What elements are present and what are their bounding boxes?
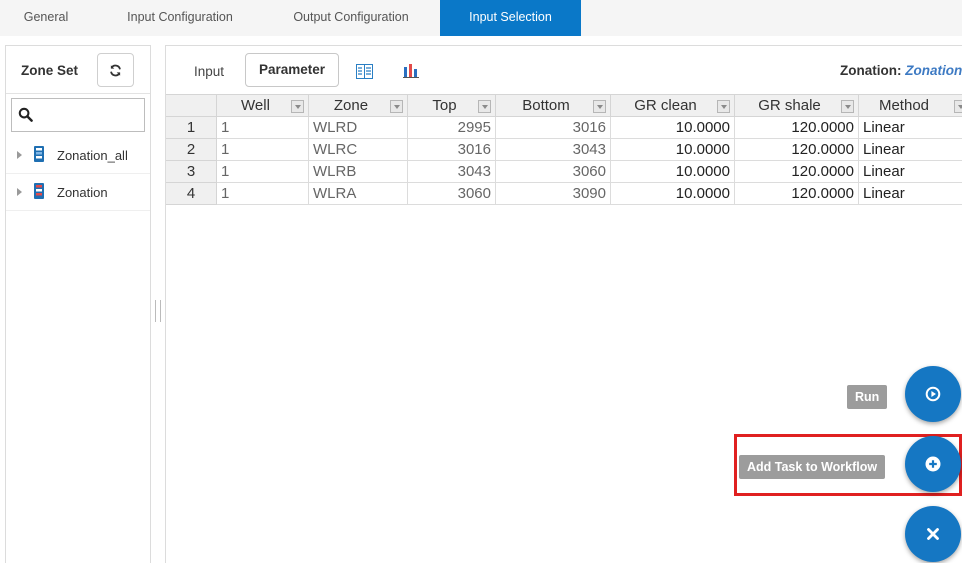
zonation-indicator: Zonation: Zonation bbox=[840, 63, 962, 78]
tree-item-zonation[interactable]: Zonation bbox=[6, 175, 150, 211]
filter-dropdown-icon[interactable] bbox=[954, 100, 962, 113]
table-cell-gr-clean[interactable]: 10.0000 bbox=[611, 117, 735, 139]
zone-search-input[interactable] bbox=[11, 98, 145, 132]
zone-set-header: Zone Set bbox=[6, 46, 150, 94]
refresh-icon bbox=[110, 64, 121, 76]
row-number[interactable]: 1 bbox=[166, 117, 217, 139]
add-task-fab-button[interactable] bbox=[905, 436, 961, 492]
filter-dropdown-icon[interactable] bbox=[841, 100, 854, 113]
table-cell-method[interactable]: Linear bbox=[859, 139, 962, 161]
table-cell-well[interactable]: 1 bbox=[217, 161, 309, 183]
close-icon bbox=[927, 528, 939, 540]
table-cell-method[interactable]: Linear bbox=[859, 161, 962, 183]
column-header-label: Method bbox=[878, 97, 930, 114]
table-cell-bottom[interactable]: 3016 bbox=[496, 117, 611, 139]
column-header-label: GR shale bbox=[758, 97, 821, 114]
refresh-button[interactable] bbox=[97, 53, 134, 87]
table-cell-top[interactable]: 3043 bbox=[408, 161, 496, 183]
expand-caret-icon[interactable] bbox=[17, 151, 22, 159]
run-tooltip[interactable]: Run bbox=[847, 385, 888, 409]
filter-dropdown-icon[interactable] bbox=[291, 100, 304, 113]
table-cell-bottom[interactable]: 3043 bbox=[496, 139, 611, 161]
add-task-tooltip[interactable]: Add Task to Workflow bbox=[739, 455, 886, 479]
table-cell-zone[interactable]: WLRC bbox=[309, 139, 408, 161]
filter-dropdown-icon[interactable] bbox=[390, 100, 403, 113]
run-fab-button[interactable] bbox=[905, 366, 961, 422]
column-header-well[interactable]: Well bbox=[217, 94, 309, 117]
zone-set-icon bbox=[34, 146, 44, 162]
table-cell-top[interactable]: 2995 bbox=[408, 117, 496, 139]
zone-set-icon bbox=[34, 183, 44, 199]
tab-input-selection[interactable]: Input Selection bbox=[440, 0, 581, 36]
filter-dropdown-icon[interactable] bbox=[478, 100, 491, 113]
column-header-gr-shale[interactable]: GR shale bbox=[735, 94, 859, 117]
search-icon bbox=[18, 107, 33, 122]
bar-chart-icon[interactable] bbox=[403, 64, 419, 78]
table-cell-method[interactable]: Linear bbox=[859, 183, 962, 205]
tab-output-configuration[interactable]: Output Configuration bbox=[274, 0, 428, 36]
table-cell-bottom[interactable]: 3060 bbox=[496, 161, 611, 183]
plus-circle-icon bbox=[925, 456, 941, 472]
tab-input-configuration[interactable]: Input Configuration bbox=[108, 0, 252, 36]
tab-general[interactable]: General bbox=[0, 0, 92, 36]
zonation-value: Zonation bbox=[905, 63, 962, 78]
play-circle-icon bbox=[925, 386, 941, 402]
table-cell-method[interactable]: Linear bbox=[859, 117, 962, 139]
row-number[interactable]: 2 bbox=[166, 139, 217, 161]
filter-dropdown-icon[interactable] bbox=[593, 100, 606, 113]
column-header-method[interactable]: Method bbox=[859, 94, 962, 117]
column-header-gr-clean[interactable]: GR clean bbox=[611, 94, 735, 117]
table-cell-gr-clean[interactable]: 10.0000 bbox=[611, 161, 735, 183]
close-fab-button[interactable] bbox=[905, 506, 961, 562]
tree-item-label: Zonation_all bbox=[57, 148, 128, 163]
table-cell-well[interactable]: 1 bbox=[217, 117, 309, 139]
column-header-bottom[interactable]: Bottom bbox=[496, 94, 611, 117]
table-cell-zone[interactable]: WLRB bbox=[309, 161, 408, 183]
table-cell-well[interactable]: 1 bbox=[217, 183, 309, 205]
expand-caret-icon[interactable] bbox=[17, 188, 22, 196]
tree-item-label: Zonation bbox=[57, 185, 108, 200]
table-cell-gr-shale[interactable]: 120.0000 bbox=[735, 183, 859, 205]
table-cell-zone[interactable]: WLRD bbox=[309, 117, 408, 139]
row-number[interactable]: 3 bbox=[166, 161, 217, 183]
parameter-toggle-button[interactable]: Parameter bbox=[245, 53, 339, 87]
column-header-top[interactable]: Top bbox=[408, 94, 496, 117]
grid-view-icon[interactable] bbox=[356, 64, 373, 79]
table-cell-gr-shale[interactable]: 120.0000 bbox=[735, 117, 859, 139]
row-number[interactable]: 4 bbox=[166, 183, 217, 205]
table-cell-top[interactable]: 3016 bbox=[408, 139, 496, 161]
tree-item-zonation-all[interactable]: Zonation_all bbox=[6, 138, 150, 174]
filter-dropdown-icon[interactable] bbox=[717, 100, 730, 113]
table-corner-header bbox=[166, 94, 217, 117]
table-cell-gr-clean[interactable]: 10.0000 bbox=[611, 183, 735, 205]
top-tab-bar: General Input Configuration Output Confi… bbox=[0, 0, 962, 36]
table-cell-gr-shale[interactable]: 120.0000 bbox=[735, 139, 859, 161]
table-cell-bottom[interactable]: 3090 bbox=[496, 183, 611, 205]
table-cell-well[interactable]: 1 bbox=[217, 139, 309, 161]
table-cell-zone[interactable]: WLRA bbox=[309, 183, 408, 205]
column-header-label: GR clean bbox=[634, 97, 697, 114]
zone-set-title: Zone Set bbox=[21, 63, 79, 78]
table-cell-top[interactable]: 3060 bbox=[408, 183, 496, 205]
zonation-label: Zonation: bbox=[840, 63, 902, 78]
input-toggle-button[interactable]: Input bbox=[194, 64, 224, 79]
column-header-zone[interactable]: Zone bbox=[309, 94, 408, 117]
table-cell-gr-clean[interactable]: 10.0000 bbox=[611, 139, 735, 161]
zone-set-panel: Zone Set Zonation_all Zonation bbox=[5, 45, 151, 563]
panel-splitter-handle[interactable] bbox=[155, 300, 161, 322]
table-cell-gr-shale[interactable]: 120.0000 bbox=[735, 161, 859, 183]
